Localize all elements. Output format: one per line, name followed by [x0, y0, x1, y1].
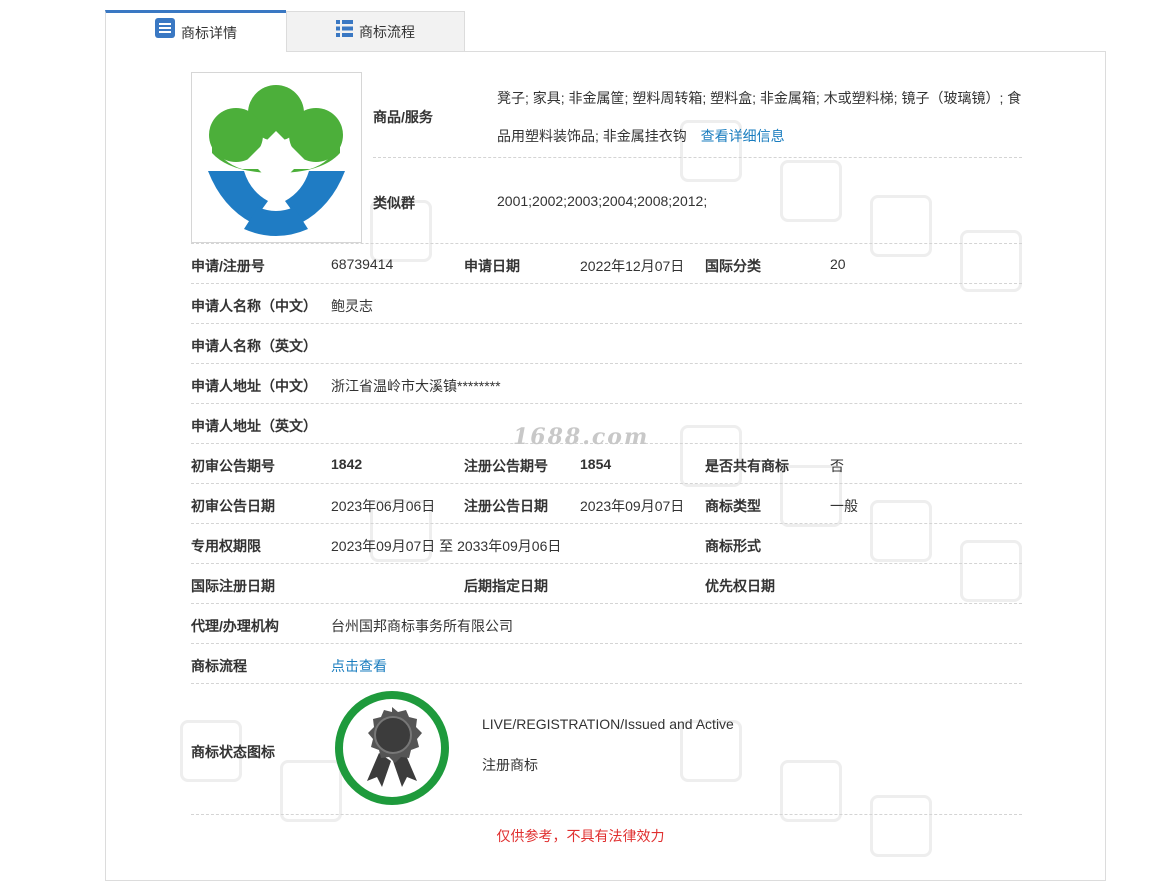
- reg-no-label: 申请/注册号: [191, 258, 265, 274]
- tm-type-value: 一般: [830, 498, 858, 514]
- divider: [191, 483, 1022, 484]
- trademark-logo-image: [208, 85, 345, 236]
- applicant-cn-value: 鲍灵志: [331, 298, 373, 314]
- divider: [191, 403, 1022, 404]
- intl-class-label: 国际分类: [705, 258, 761, 274]
- trademark-logo: [191, 72, 362, 243]
- tm-form-label: 商标形式: [705, 538, 761, 554]
- watermark-shape: [870, 195, 932, 257]
- divider: [191, 563, 1022, 564]
- divider: [191, 603, 1022, 604]
- prelim-no-label: 初审公告期号: [191, 458, 275, 474]
- divider: [191, 523, 1022, 524]
- tab-trademark-flow[interactable]: 商标流程: [286, 11, 465, 52]
- exclusive-period-value: 2023年09月07日 至 2033年09月06日: [331, 538, 562, 554]
- similar-group-label: 类似群: [373, 195, 415, 211]
- watermark-shape: [780, 760, 842, 822]
- address-en-label: 申请人地址（英文）: [191, 418, 317, 434]
- similar-group-value: 2001;2002;2003;2004;2008;2012;: [497, 193, 708, 209]
- prelim-date-label: 初审公告日期: [191, 498, 275, 514]
- shared-value: 否: [830, 458, 844, 474]
- reg-pub-no-value: 1854: [580, 456, 612, 472]
- apply-date-label: 申请日期: [464, 258, 520, 274]
- intl-reg-date-label: 国际注册日期: [191, 578, 275, 594]
- reg-no-value: 68739414: [331, 256, 394, 272]
- address-cn-value: 浙江省温岭市大溪镇********: [331, 378, 501, 394]
- view-details-link[interactable]: 查看详细信息: [701, 128, 785, 144]
- goods-text: 品用塑料装饰品; 非金属挂衣钩: [497, 128, 687, 144]
- view-flow-link[interactable]: 点击查看: [331, 656, 387, 676]
- status-text-en: LIVE/REGISTRATION/Issued and Active: [482, 716, 734, 732]
- flow-label: 商标流程: [191, 658, 247, 674]
- status-text-cn: 注册商标: [482, 757, 538, 773]
- tm-type-label: 商标类型: [705, 498, 761, 514]
- divider: [191, 323, 1022, 324]
- status-icon-label: 商标状态图标: [191, 744, 275, 760]
- later-date-label: 后期指定日期: [464, 578, 548, 594]
- tab-label: 商标详情: [181, 24, 237, 41]
- goods-line-2: 品用塑料装饰品; 非金属挂衣钩 查看详细信息: [497, 126, 785, 146]
- apply-date-value: 2022年12月07日: [580, 258, 685, 274]
- applicant-en-label: 申请人名称（英文）: [191, 338, 317, 354]
- status-badge-icon: [333, 689, 451, 807]
- agent-label: 代理/办理机构: [191, 618, 279, 634]
- tab-label: 商标流程: [359, 24, 415, 40]
- divider: [191, 683, 1022, 684]
- prelim-no-value: 1842: [331, 456, 363, 472]
- divider: [191, 643, 1022, 644]
- document-list-icon: [155, 11, 175, 55]
- reg-pub-date-label: 注册公告日期: [464, 498, 548, 514]
- watermark-shape: [870, 500, 932, 562]
- applicant-cn-label: 申请人名称（中文）: [191, 298, 317, 314]
- divider: [191, 814, 1022, 815]
- watermark-shape: [960, 540, 1022, 602]
- divider: [191, 283, 1022, 284]
- list-icon: [336, 10, 353, 54]
- divider: [191, 243, 1022, 244]
- goods-label: 商品/服务: [373, 109, 433, 125]
- priority-date-label: 优先权日期: [705, 578, 775, 594]
- exclusive-period-label: 专用权期限: [191, 538, 261, 554]
- divider: [191, 363, 1022, 364]
- address-cn-label: 申请人地址（中文）: [191, 378, 317, 394]
- tab-trademark-details[interactable]: 商标详情: [105, 10, 286, 52]
- watermark-shape: [780, 160, 842, 222]
- disclaimer-text: 仅供参考，不具有法律效力: [496, 828, 665, 844]
- agent-value: 台州国邦商标事务所有限公司: [331, 618, 513, 634]
- shared-label: 是否共有商标: [705, 458, 789, 474]
- tab-bar: 商标详情 商标流程: [105, 10, 465, 52]
- site-watermark: 1688.com: [513, 424, 650, 450]
- reg-pub-date-value: 2023年09月07日: [580, 498, 685, 514]
- reg-pub-no-label: 注册公告期号: [464, 458, 548, 474]
- divider: [373, 157, 1022, 158]
- goods-line-1: 凳子; 家具; 非金属筐; 塑料周转箱; 塑料盒; 非金属箱; 木或塑料梯; 镜…: [497, 90, 1022, 106]
- prelim-date-value: 2023年06月06日: [331, 498, 436, 514]
- intl-class-value: 20: [830, 256, 846, 272]
